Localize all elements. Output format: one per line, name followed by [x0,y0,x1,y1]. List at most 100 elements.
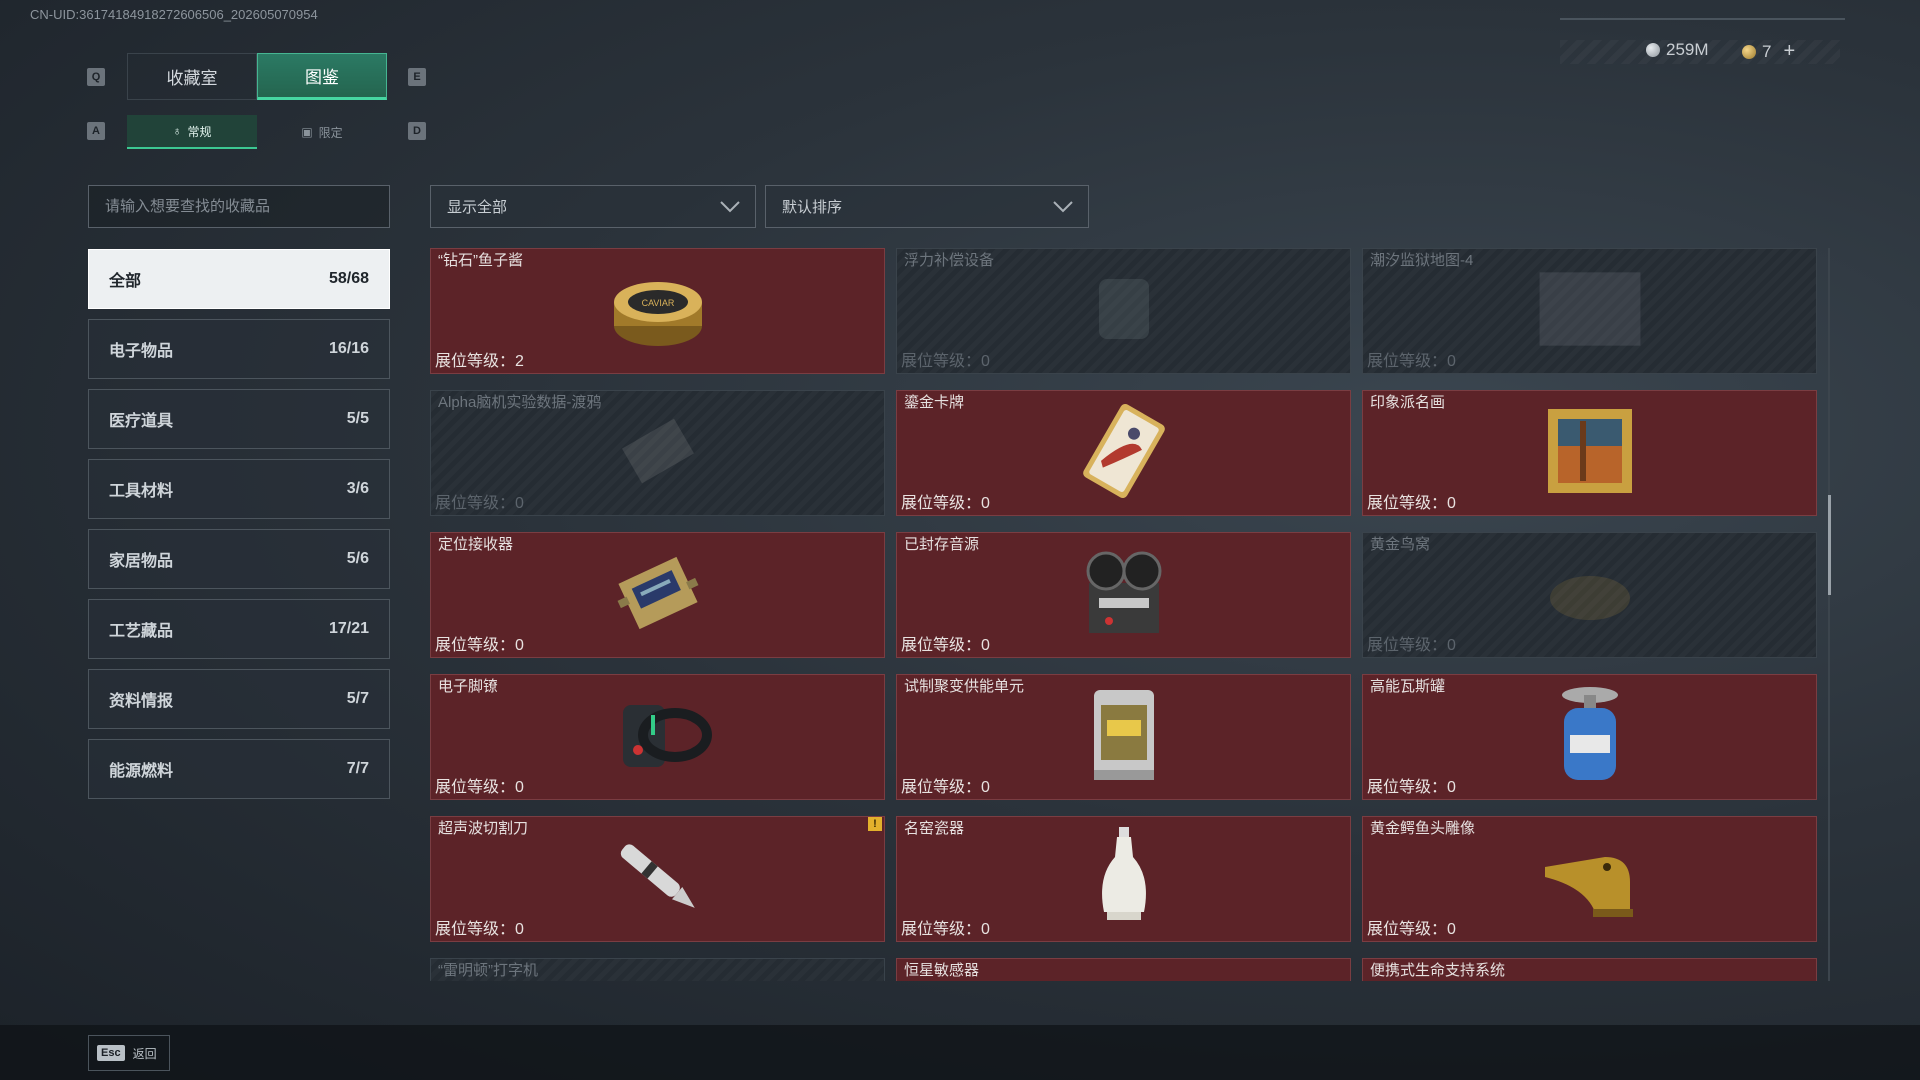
collection-card[interactable]: 试制聚变供能单元 展位等级：0 [896,674,1351,800]
item-display-level: 展位等级：0 [901,353,990,370]
item-display-level: 展位等级：0 [901,921,990,938]
fusion-cell-icon [1069,685,1179,785]
svg-text:CAVIAR: CAVIAR [641,298,674,308]
gold-currency: 7 + [1742,40,1795,63]
tab-catalog[interactable]: 图鉴 [257,53,387,100]
scrollbar-thumb[interactable] [1828,495,1831,595]
category-count: 5/5 [346,410,369,427]
chevron-down-icon [1053,200,1073,212]
item-display-level: 展位等级：0 [435,921,524,938]
buoyancy-device-icon [1069,259,1179,359]
category-count: 7/7 [346,760,369,777]
category-label: 工具材料 [109,483,174,500]
category-count: 5/6 [346,550,369,567]
collection-card[interactable]: 电子脚镣 展位等级：0 [430,674,885,800]
category-energy[interactable]: 能源燃料 7/7 [88,739,390,799]
silver-amount: 259M [1666,40,1709,59]
subtab-regular[interactable]: ♁ 常规 [127,115,257,149]
collection-card[interactable]: 超声波切割刀 展位等级：0! [430,816,885,942]
item-name: 恒星敏感器 [904,962,980,979]
category-intel[interactable]: 资料情报 5/7 [88,669,390,729]
ankle-monitor-icon [603,685,713,785]
category-crafts[interactable]: 工艺藏品 17/21 [88,599,390,659]
collection-card[interactable]: 黄金鸟窝 展位等级：0 [1362,532,1817,658]
next-subtab-key[interactable]: D [408,122,426,140]
item-name: 黄金鳄鱼头雕像 [1370,820,1476,837]
star-sensor-icon [1069,969,1179,981]
back-button[interactable]: Esc 返回 [88,1035,170,1071]
silver-currency: 259M [1646,40,1709,60]
next-tab-key[interactable]: E [408,68,426,86]
collection-card[interactable]: 恒星敏感器 [896,958,1351,981]
category-electronics[interactable]: 电子物品 16/16 [88,319,390,379]
warning-icon: ! [868,817,882,831]
caviar-tin-icon: CAVIAR [603,259,713,359]
category-household[interactable]: 家居物品 5/6 [88,529,390,589]
sort-label: 默认排序 [782,199,843,216]
item-display-level: 展位等级：0 [901,637,990,654]
filter-dropdown[interactable]: 显示全部 [430,185,756,228]
category-tools[interactable]: 工具材料 3/6 [88,459,390,519]
item-display-level: 展位等级：0 [435,637,524,654]
collection-card[interactable]: 便携式生命支持系统 [1362,958,1817,981]
prev-tab-key[interactable]: Q [87,68,105,86]
filter-label: 显示全部 [447,199,508,216]
map-icon [1535,259,1645,359]
collection-card[interactable]: 黄金鳄鱼头雕像 展位等级：0 [1362,816,1817,942]
category-label: 能源燃料 [109,763,174,780]
subtab-limited[interactable]: ▣ 限定 [257,115,387,149]
add-currency-button[interactable]: + [1783,40,1795,63]
category-count: 16/16 [328,340,369,357]
item-name: 鎏金卡牌 [904,394,965,411]
golden-nest-icon [1535,543,1645,643]
collection-card[interactable]: 鎏金卡牌 展位等级：0 [896,390,1351,516]
item-display-level: 展位等级：0 [1367,353,1456,370]
collection-card[interactable]: 潮汐监狱地图-4 展位等级：0 [1362,248,1817,374]
currency-bar: 259M 7 + [1560,40,1840,64]
bottom-bar [0,1025,1920,1080]
collection-card[interactable]: 定位接收器 展位等级：0 [430,532,885,658]
item-name: 浮力补偿设备 [904,252,995,269]
limited-icon: ▣ [301,125,313,139]
top-divider [1560,18,1845,20]
item-name: “钻石”鱼子酱 [438,252,523,269]
category-count: 58/68 [328,270,369,287]
subtab-regular-label: 常规 [187,124,212,139]
collection-card[interactable]: Alpha脑机实验数据-渡鸦 展位等级：0 [430,390,885,516]
collection-card[interactable]: 印象派名画 展位等级：0 [1362,390,1817,516]
search-box[interactable] [88,185,390,228]
item-display-level: 展位等级：2 [435,353,524,370]
item-display-level: 展位等级：0 [1367,637,1456,654]
crocodile-head-icon [1535,827,1645,927]
data-drive-icon [603,401,713,501]
collection-card[interactable]: “雷明顿”打字机 [430,958,885,981]
item-name: “雷明顿”打字机 [438,962,538,979]
scrollbar-track[interactable] [1828,248,1830,981]
search-input[interactable] [103,197,375,216]
collection-card[interactable]: 浮力补偿设备 展位等级：0 [896,248,1351,374]
collection-card[interactable]: 高能瓦斯罐 展位等级：0 [1362,674,1817,800]
collection-card[interactable]: 名窑瓷器 展位等级：0 [896,816,1351,942]
item-display-level: 展位等级：0 [1367,921,1456,938]
prev-subtab-key[interactable]: A [87,122,105,140]
life-support-icon [1535,969,1645,981]
receiver-icon [603,543,713,643]
item-display-level: 展位等级：0 [435,495,524,512]
gold-coin-icon [1742,44,1756,59]
category-list: 全部 58/68 电子物品 16/16 医疗道具 5/5 工具材料 3/6 家居物品 5/… [88,249,390,809]
porcelain-vase-icon [1069,827,1179,927]
category-medical[interactable]: 医疗道具 5/5 [88,389,390,449]
gold-amount: 7 [1762,41,1772,61]
collection-card[interactable]: 已封存音源展位等级：0 [896,532,1351,658]
category-all[interactable]: 全部 58/68 [88,249,390,309]
collection-card[interactable]: CAVIAR “钻石”鱼子酱 展位等级：2 [430,248,885,374]
typewriter-icon [603,969,713,981]
item-name: 电子脚镣 [438,678,499,695]
item-name: 潮汐监狱地图-4 [1370,252,1474,269]
item-name: 已封存音源 [904,536,980,553]
main-tabs: 收藏室 图鉴 [127,53,387,100]
tab-collection-room[interactable]: 收藏室 [127,53,257,100]
sort-dropdown[interactable]: 默认排序 [765,185,1089,228]
sub-tabs: ♁ 常规 ▣ 限定 [127,115,387,149]
collection-grid: CAVIAR “钻石”鱼子酱 展位等级：2 浮力补偿设备 展位等级：0 潮汐监狱地图-4 展… [430,248,1818,981]
